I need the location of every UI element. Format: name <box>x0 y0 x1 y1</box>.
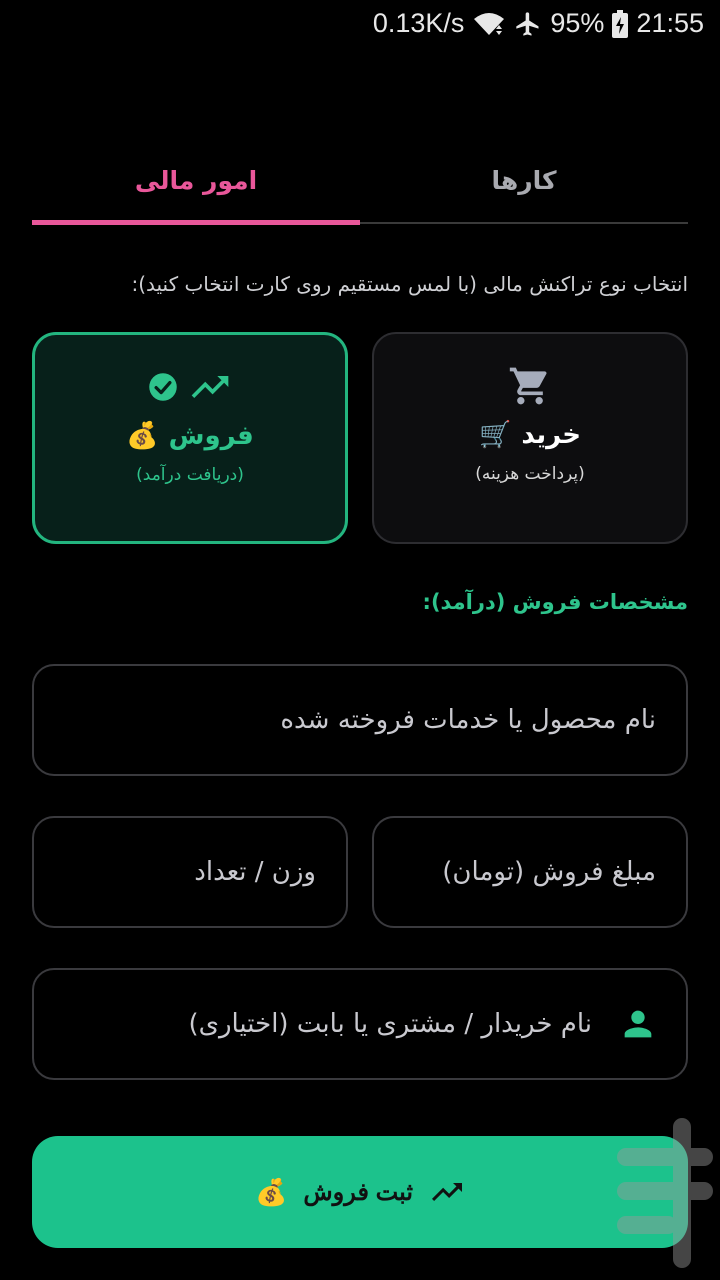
wifi-icon <box>474 12 505 35</box>
buyer-name-input[interactable] <box>34 1009 592 1039</box>
money-bag-emoji-icon: 💰 <box>254 1176 288 1207</box>
sale-details-heading: مشخصات فروش (درآمد): <box>422 590 688 614</box>
money-bag-emoji-icon: 💰 <box>126 421 159 451</box>
buy-card-subtitle: (پرداخت هزینه) <box>475 464 585 484</box>
buy-card-icons <box>508 364 552 408</box>
clock: 21:55 <box>636 8 704 38</box>
sale-price-input[interactable] <box>374 857 656 887</box>
trending-up-icon <box>191 376 229 398</box>
sell-card-title: فروش 💰 <box>126 421 254 451</box>
network-speed: 0.13K/s <box>372 8 465 38</box>
battery-charging-icon <box>612 9 629 38</box>
status-bar: 0.13K/s 95% 21:55 <box>0 0 720 50</box>
weight-quantity-input[interactable] <box>34 857 316 887</box>
battery-level: 95% <box>550 8 605 38</box>
buy-card-title: خرید 🛒 <box>479 420 581 450</box>
submit-sale-button[interactable]: ثبت فروش 💰 <box>32 1136 688 1248</box>
store-watermark-logo <box>617 1118 713 1268</box>
sell-card-subtitle: (دریافت درآمد) <box>136 465 244 485</box>
tab-bar: کارها امور مالی <box>32 140 688 225</box>
sell-card[interactable]: فروش 💰 (دریافت درآمد) <box>32 332 348 544</box>
status-icons: 0.13K/s 95% 21:55 <box>373 8 704 39</box>
submit-sale-label: ثبت فروش <box>303 1178 414 1206</box>
buy-card-label: خرید <box>521 420 582 450</box>
shopping-cart-emoji-icon: 🛒 <box>478 420 512 450</box>
product-name-input[interactable] <box>34 705 656 735</box>
buy-card[interactable]: خرید 🛒 (پرداخت هزینه) <box>372 332 688 544</box>
sell-card-icons <box>148 365 232 409</box>
trending-up-icon <box>432 1183 463 1201</box>
check-circle-icon <box>149 373 177 401</box>
tab-finance[interactable]: امور مالی <box>32 140 360 220</box>
weight-quantity-field[interactable] <box>32 816 348 928</box>
transaction-type-instruction: انتخاب نوع تراکنش مالی (با لمس مستقیم رو… <box>131 272 688 296</box>
cart-icon <box>509 367 547 405</box>
tab-active-indicator <box>32 220 360 225</box>
tab-tasks[interactable]: کارها <box>360 140 688 220</box>
product-name-field[interactable] <box>32 664 688 776</box>
person-icon <box>624 1010 652 1038</box>
airplane-icon <box>516 11 539 36</box>
sale-price-field[interactable] <box>372 816 688 928</box>
sell-card-label: فروش <box>168 421 254 451</box>
buyer-name-field[interactable] <box>32 968 688 1080</box>
